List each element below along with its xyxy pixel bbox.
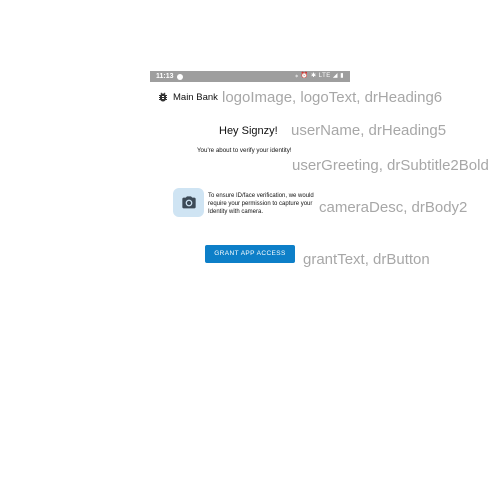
user-greeting-annotation: userGreeting, drSubtitle2Bold bbox=[292, 157, 489, 174]
grant-annotation: grantText, drButton bbox=[303, 251, 430, 268]
camera-annotation: cameraDesc, drBody2 bbox=[319, 199, 468, 216]
logo-annotation: logoImage, logoText, drHeading6 bbox=[222, 89, 443, 106]
user-name-annotation: userName, drHeading5 bbox=[291, 122, 447, 139]
status-left: 11:13 bbox=[156, 71, 183, 82]
camera-description: To ensure ID/face verification, we would… bbox=[208, 193, 314, 215]
grant-access-button[interactable]: GRANT APP ACCESS bbox=[205, 245, 295, 263]
status-bar: 11:13 ⁎ ⏰ ✱ LTE ◢ ▮ bbox=[150, 71, 350, 82]
user-name: Hey Signzy! bbox=[219, 125, 278, 137]
logo-text: Main Bank bbox=[173, 91, 218, 103]
camera-icon bbox=[181, 195, 196, 208]
bug-icon bbox=[159, 92, 167, 102]
notification-icon bbox=[176, 73, 183, 80]
user-greeting: You're about to verify your identity! bbox=[197, 147, 292, 154]
status-icons: ⁎ ⏰ ✱ LTE ◢ ▮ bbox=[295, 73, 344, 79]
logo-row: Main Bank bbox=[157, 91, 218, 103]
status-time: 11:13 bbox=[156, 73, 174, 80]
camera-icon-container bbox=[173, 188, 204, 217]
